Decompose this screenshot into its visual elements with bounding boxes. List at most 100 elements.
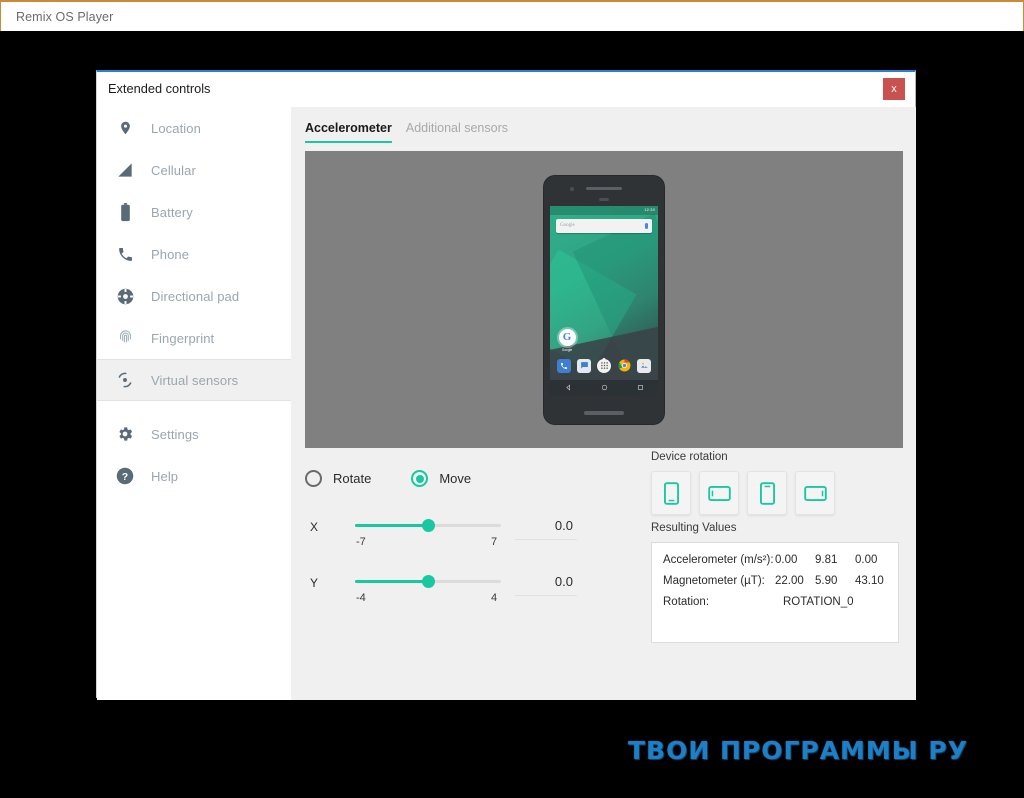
sidebar-item-label: Fingerprint [151, 330, 215, 346]
rotation-portrait-button[interactable] [651, 471, 691, 515]
sidebar-item-label: Help [151, 468, 179, 484]
rotation-value: ROTATION_0 [783, 596, 854, 608]
google-folder-icon: G Google [558, 328, 576, 352]
slider-row-y: Y -4 4 0.0 [305, 568, 577, 612]
question-mark-icon: ? [112, 463, 138, 489]
gear-icon [112, 421, 138, 447]
dpad-icon [112, 283, 138, 309]
home-icon [601, 384, 607, 391]
phone-screen: 12:30 Google G Google [550, 205, 658, 396]
google-search-widget: Google [556, 218, 652, 233]
device-rotation-block: Device rotation [651, 451, 835, 515]
search-placeholder: Google [560, 223, 575, 228]
radio-label-move: Move [439, 471, 472, 486]
host-titlebar: Remix OS Player [0, 0, 1024, 31]
extended-controls-dialog: Extended controls x Location Cellular Ba… [96, 70, 916, 700]
rotation-name: Rotation: [663, 596, 710, 608]
sidebar-item-label: Directional pad [151, 288, 240, 304]
back-icon [565, 384, 570, 391]
sidebar-item-label: Battery [151, 204, 193, 220]
virtual-sensors-icon [112, 367, 138, 393]
slider-max-label-y: 4 [491, 592, 498, 604]
phone-icon [557, 358, 571, 373]
battery-icon [112, 199, 138, 225]
sidebar-item-battery[interactable]: Battery [97, 191, 291, 233]
phone-landscape-icon [707, 485, 731, 501]
magnetometer-name: Magnetometer (µT): [663, 575, 765, 587]
accelerometer-y: 9.81 [815, 554, 838, 566]
phone-landscape-flipped-icon [803, 485, 827, 501]
tab-accelerometer[interactable]: Accelerometer [305, 121, 392, 143]
slider-thumb-y[interactable] [421, 575, 435, 588]
chrome-icon [617, 359, 631, 373]
sidebar-item-location[interactable]: Location [97, 107, 291, 149]
slider-value-input-y[interactable]: 0.0 [515, 568, 577, 596]
recents-icon [637, 385, 643, 390]
accelerometer-z: 0.00 [855, 554, 878, 566]
phone-portrait-icon [663, 481, 679, 505]
sidebar-item-help[interactable]: ? Help [97, 455, 291, 497]
svg-text:?: ? [122, 471, 128, 483]
photos-icon [637, 358, 651, 373]
google-g-glyph: G [558, 328, 576, 346]
accelerometer-x: 0.00 [775, 554, 798, 566]
front-camera-icon [570, 186, 574, 191]
slider-axis-label-x: X [310, 520, 319, 534]
remix-os-player-window: Remix OS Player Extended controls x Loca… [0, 0, 1024, 798]
accelerometer-row: Accelerometer (m/s²): 0.00 9.81 0.00 [663, 554, 898, 566]
status-time: 12:30 [644, 208, 655, 212]
android-status-bar: 12:30 [550, 205, 658, 215]
sidebar-item-fingerprint[interactable]: Fingerprint [97, 317, 291, 359]
slider-thumb-x[interactable] [421, 519, 435, 532]
android-navigation-bar [550, 379, 658, 396]
sidebar-item-label: Location [151, 120, 201, 136]
rotation-portrait-upsidedown-button[interactable] [747, 471, 787, 515]
magnetometer-z: 43.10 [855, 575, 884, 587]
radio-move[interactable]: Move [411, 470, 471, 487]
slider-row-x: X -7 7 0.0 [305, 512, 577, 556]
phone-handset-icon [112, 241, 138, 267]
rotation-landscape-left-button[interactable] [699, 471, 739, 515]
phone-mockup: 12:30 Google G Google [544, 175, 664, 424]
slider-min-label-y: -4 [356, 592, 366, 604]
device-preview-area[interactable]: 12:30 Google G Google [305, 151, 903, 448]
sidebar-item-label: Virtual sensors [151, 372, 239, 388]
resulting-values-label: Resulting Values [651, 522, 737, 534]
sidebar-item-phone[interactable]: Phone [97, 233, 291, 275]
rotation-landscape-right-button[interactable] [795, 471, 835, 515]
slider-min-label-x: -7 [356, 536, 366, 548]
sidebar-item-settings[interactable]: Settings [97, 413, 291, 455]
sidebar-item-label: Cellular [151, 162, 196, 178]
slider-track-y[interactable] [355, 575, 501, 588]
phone-dock [550, 356, 658, 376]
watermark-text: ТВОИ ПРОГРАММЫ РУ [627, 736, 969, 765]
messages-icon [577, 358, 591, 373]
tab-bar: Accelerometer Additional sensors [305, 121, 508, 143]
signal-bars-icon [112, 157, 138, 183]
sidebar-item-virtual-sensors[interactable]: Virtual sensors [97, 359, 291, 401]
close-button[interactable]: x [883, 78, 905, 100]
rotation-button-group [651, 471, 835, 515]
sidebar-item-cellular[interactable]: Cellular [97, 149, 291, 191]
sidebar-item-directional-pad[interactable]: Directional pad [97, 275, 291, 317]
radio-dot-rotate [305, 470, 322, 487]
phone-portrait-flipped-icon [759, 481, 775, 505]
rotation-row: Rotation: ROTATION_0 [663, 596, 898, 608]
radio-label-rotate: Rotate [333, 471, 372, 486]
microphone-icon [645, 222, 648, 229]
app-drawer-icon [597, 358, 611, 373]
tab-additional-sensors[interactable]: Additional sensors [406, 121, 508, 143]
main-panel: Accelerometer Additional sensors 12:30 G… [291, 107, 916, 700]
slider-fill-x [355, 524, 428, 527]
magnetometer-x: 22.00 [775, 575, 804, 587]
slider-value-input-x[interactable]: 0.0 [515, 512, 577, 540]
dialog-titlebar: Extended controls x [97, 72, 915, 107]
resulting-values-block: Resulting Values Accelerometer (m/s²): 0… [651, 522, 899, 643]
watermark: ТВОИ ПРОГРАММЫ РУ [0, 736, 1024, 765]
radio-rotate[interactable]: Rotate [305, 470, 371, 487]
dialog-title: Extended controls [108, 81, 211, 96]
sidebar: Location Cellular Battery Phone Directio… [97, 107, 291, 700]
mode-selector: Rotate Move [305, 470, 471, 487]
radio-dot-move [411, 470, 429, 487]
slider-track-x[interactable] [355, 519, 501, 532]
